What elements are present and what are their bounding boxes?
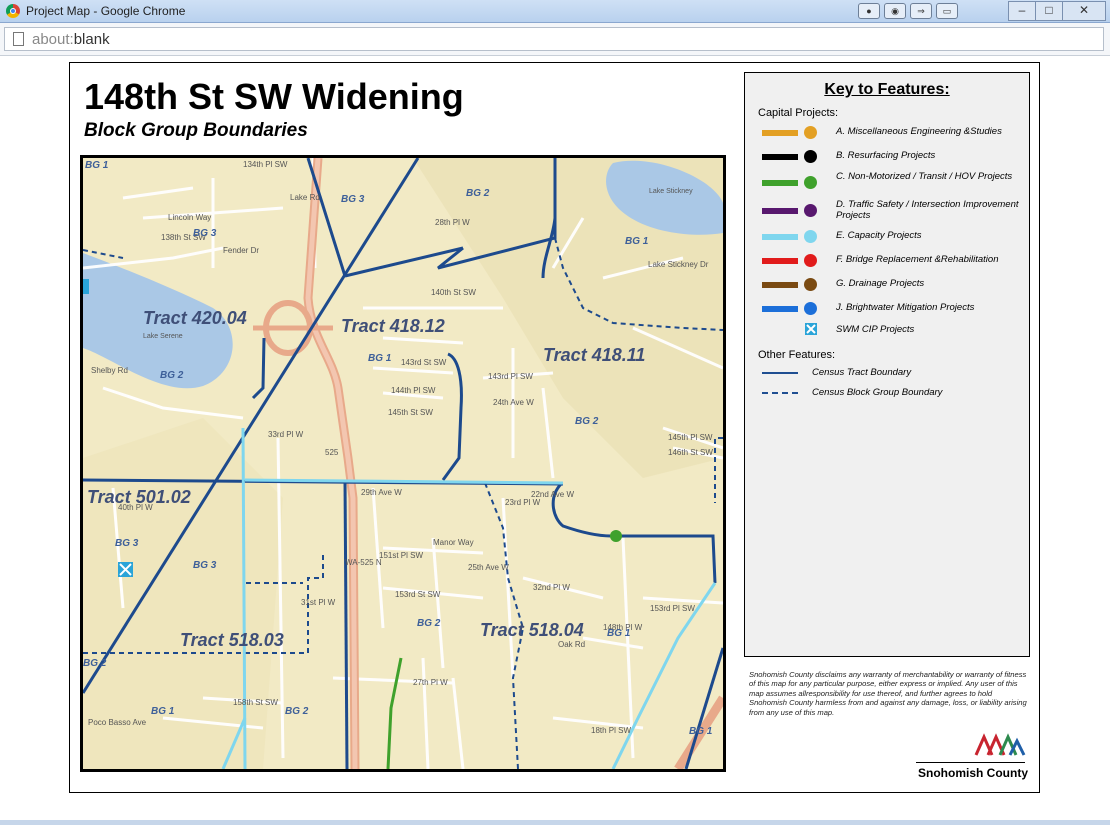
window-title: Project Map - Google Chrome — [26, 4, 186, 18]
profile-icon[interactable]: ● — [858, 3, 880, 19]
map-canvas[interactable]: 134th Pl SW Lincoln Way 138th St SW Fend… — [80, 155, 726, 772]
legend-label: Census Block Group Boundary — [812, 387, 943, 398]
legend-line-swatch — [762, 306, 798, 312]
legend-line-swatch — [762, 154, 798, 160]
address-bar[interactable]: about:blank — [4, 27, 1104, 51]
minimize-button[interactable]: – — [1008, 1, 1036, 21]
legend-label: Census Tract Boundary — [812, 367, 912, 378]
legend-item-bridge: F. Bridge Replacement &Rehabilitation — [745, 249, 1029, 271]
legend-item-capacity: E. Capacity Projects — [745, 225, 1029, 247]
legend-item-non-motorized: C. Non-Motorized / Transit / HOV Project… — [745, 171, 1029, 193]
legend-dot-swatch — [804, 230, 817, 243]
legend-dashed-line-swatch — [762, 392, 798, 394]
tract-label: Tract 518.04 — [480, 620, 584, 640]
legend-dot-swatch — [804, 176, 817, 189]
legend-line-swatch — [762, 258, 798, 264]
county-name: Snohomish County — [918, 766, 1028, 780]
map-subtitle: Block Group Boundaries — [84, 120, 308, 141]
legend-item-swm: SWM CIP Projects — [745, 319, 1029, 341]
legend-dot-swatch — [804, 150, 817, 163]
legend-item-resurfacing: B. Resurfacing Projects — [745, 145, 1029, 167]
legend-title: Key to Features: — [824, 81, 950, 98]
legend-line-swatch — [762, 234, 798, 240]
window-controls: – □ ✕ — [1008, 1, 1106, 21]
window-bottom-border — [0, 820, 1110, 825]
legend-dot-swatch — [804, 278, 817, 291]
url-text[interactable]: about:blank — [32, 31, 110, 48]
titlebar-tool-icons: ● ◉ ⇒ ▭ — [858, 3, 958, 19]
legend-label: G. Drainage Projects — [836, 278, 925, 289]
legend-label: C. Non-Motorized / Transit / HOV Project… — [836, 171, 1013, 182]
browser-titlebar: Project Map - Google Chrome ● ◉ ⇒ ▭ – □ … — [0, 0, 1110, 23]
legend-dot-swatch — [804, 254, 817, 267]
chrome-logo-icon — [6, 4, 20, 18]
legend-label: A. Miscellaneous Engineering &Studies — [836, 126, 1002, 137]
legend-item-traffic-safety: D. Traffic Safety / Intersection Improve… — [745, 199, 1029, 221]
legend-other-heading: Other Features: — [758, 349, 836, 361]
legend-item-misc-engineering: A. Miscellaneous Engineering &Studies — [745, 121, 1029, 143]
legend-label: E. Capacity Projects — [836, 230, 922, 241]
legend-line-swatch — [762, 282, 798, 288]
tract-label: Tract 501.02 — [87, 487, 191, 507]
legend-label: SWM CIP Projects — [836, 324, 915, 335]
legend-dot-swatch — [804, 126, 817, 139]
tract-label: Tract 418.12 — [341, 316, 445, 336]
maximize-button[interactable]: □ — [1035, 1, 1063, 21]
panel-icon[interactable]: ▭ — [936, 3, 958, 19]
legend-dot-swatch — [804, 302, 817, 315]
disclaimer-text: Snohomish County disclaims any warranty … — [749, 670, 1027, 717]
swm-icon — [805, 323, 817, 335]
county-divider — [916, 762, 1025, 763]
legend-capital-heading: Capital Projects: — [758, 107, 839, 119]
snohomish-county-logo-icon — [974, 733, 1026, 756]
tract-label: Tract 518.03 — [180, 630, 284, 650]
legend-solid-line-swatch — [762, 372, 798, 374]
legend-label: D. Traffic Safety / Intersection Improve… — [836, 199, 1019, 221]
legend-line-swatch — [762, 208, 798, 214]
forward-icon[interactable]: ⇒ — [910, 3, 932, 19]
map-title: 148th St SW Widening — [84, 76, 464, 117]
legend-label: J. Brightwater Mitigation Projects — [836, 302, 975, 313]
address-bar-area: about:blank — [0, 23, 1110, 56]
close-button[interactable]: ✕ — [1062, 1, 1106, 21]
legend-dot-swatch — [804, 204, 817, 217]
legend-item-drainage: G. Drainage Projects — [745, 273, 1029, 295]
legend-label: F. Bridge Replacement &Rehabilitation — [836, 254, 999, 265]
eye-icon[interactable]: ◉ — [884, 3, 906, 19]
legend-item-brightwater: J. Brightwater Mitigation Projects — [745, 297, 1029, 319]
page-icon — [13, 32, 24, 46]
legend-panel: Key to Features: Capital Projects: A. Mi… — [744, 72, 1030, 657]
legend-line-swatch — [762, 180, 798, 186]
legend-label: B. Resurfacing Projects — [836, 150, 936, 161]
tract-label: Tract 418.11 — [543, 345, 646, 365]
legend-line-swatch — [762, 130, 798, 136]
tract-label: Tract 420.04 — [143, 308, 247, 328]
